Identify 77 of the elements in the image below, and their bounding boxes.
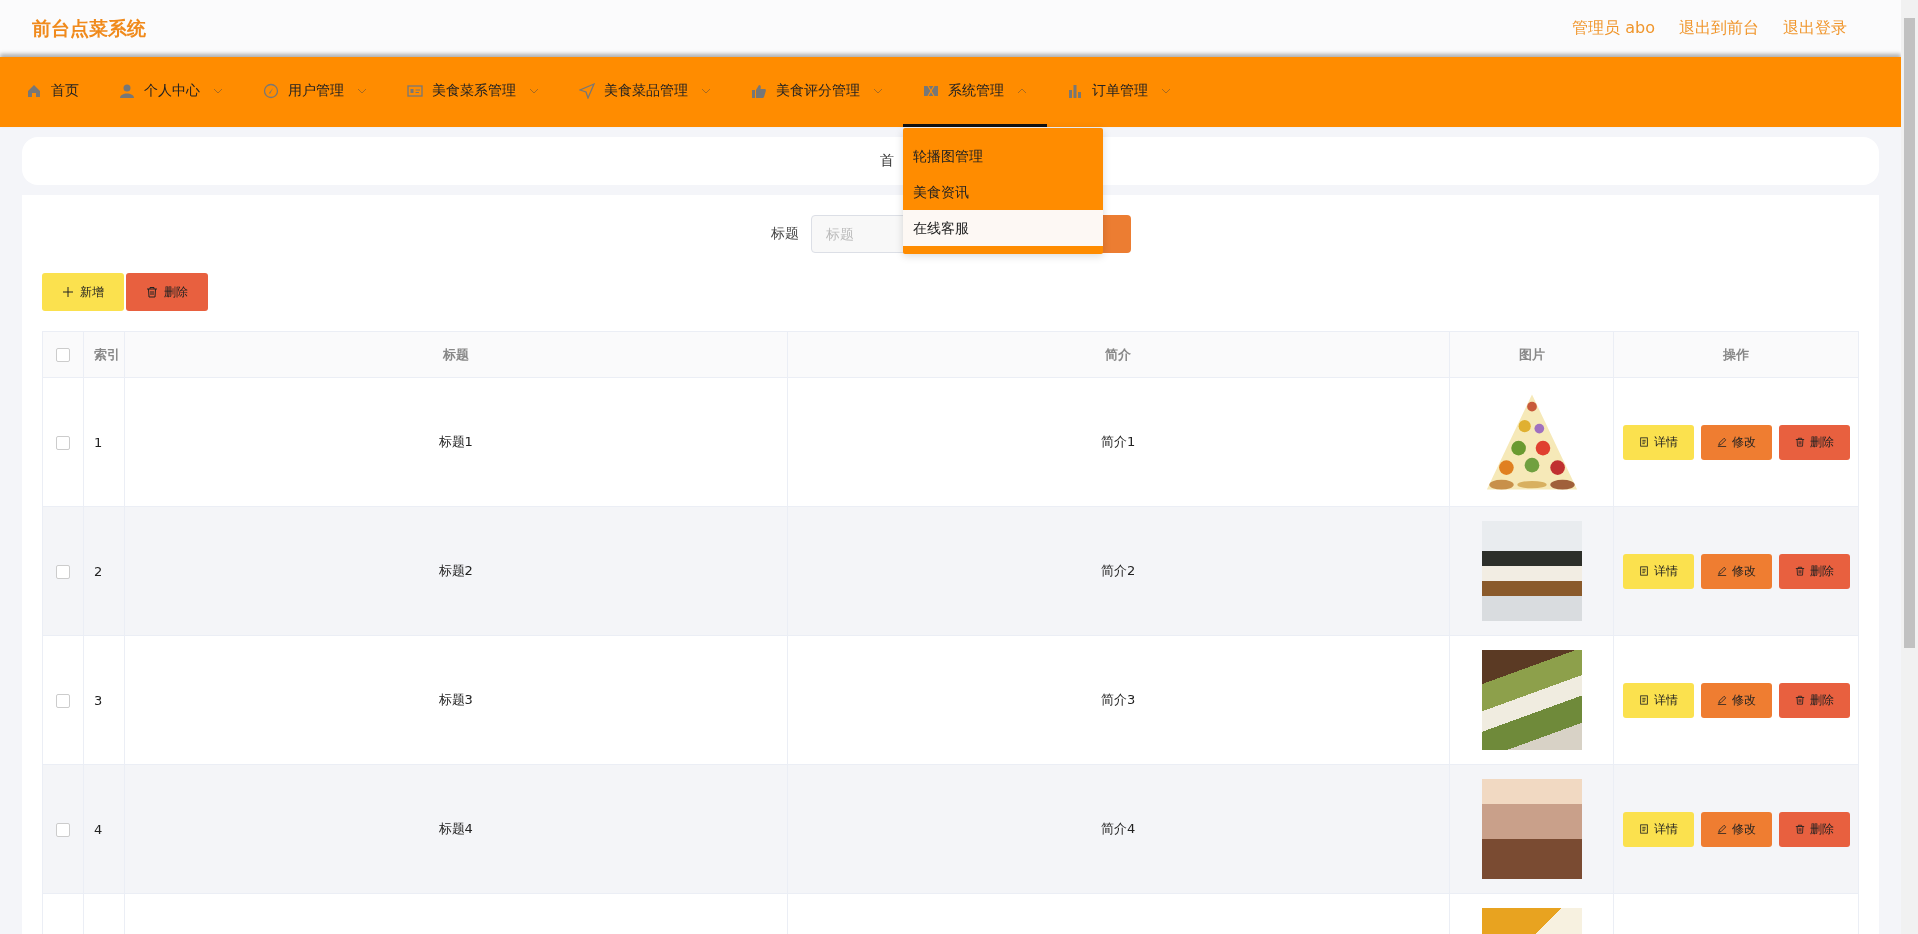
nav-menu-item[interactable]: 美食菜系管理 [387, 57, 559, 127]
column-header: 标题 [124, 331, 787, 378]
thumbs-up-icon [751, 82, 767, 99]
column-header: 图片 [1449, 331, 1614, 378]
table-cell: 1 [94, 434, 103, 450]
column-header: 索引 [83, 331, 125, 378]
pencil-icon [1716, 695, 1727, 705]
add-button[interactable]: 新增 [42, 273, 124, 311]
delete-button[interactable]: 删除 [1778, 553, 1850, 589]
row-checkbox[interactable] [56, 564, 70, 579]
trash-icon [1794, 824, 1805, 834]
edit-button[interactable]: 修改 [1700, 682, 1772, 718]
pencil-icon [1716, 824, 1727, 834]
table-cell: 4 [94, 821, 103, 837]
detail-button[interactable]: 详情 [1622, 682, 1694, 718]
nav-menu-item[interactable]: 个人中心 [99, 57, 243, 127]
table-cell: 简介4 [1101, 821, 1136, 836]
dropdown-item[interactable]: 在线客服 [903, 210, 1103, 246]
chevron-icon [1161, 87, 1171, 94]
person-icon [119, 82, 135, 99]
chevron-icon [1017, 87, 1027, 94]
document-icon [1638, 437, 1649, 447]
column-header: 操作 [1613, 331, 1859, 378]
detail-button[interactable]: 详情 [1622, 811, 1694, 847]
chevron-icon [701, 87, 711, 94]
nav-menu-item[interactable]: 美食菜品管理 [559, 57, 731, 127]
table-cell: 标题1 [438, 434, 473, 449]
trash-icon [1794, 566, 1805, 576]
delete-button[interactable]: 删除 [126, 273, 208, 311]
trash-icon [1794, 437, 1805, 447]
table-cell: 简介3 [1101, 692, 1136, 707]
chevron-icon [873, 87, 883, 94]
trash-icon [1794, 695, 1805, 705]
select-all-checkbox[interactable] [56, 348, 70, 363]
row-checkbox[interactable] [56, 822, 70, 837]
id-card-icon [407, 82, 423, 99]
detail-button[interactable]: 详情 [1622, 424, 1694, 460]
trash-icon [146, 286, 158, 298]
row-checkbox[interactable] [56, 693, 70, 708]
delete-button[interactable]: 删除 [1778, 811, 1850, 847]
compass-icon [263, 82, 279, 99]
nav-menu-item[interactable]: 用户管理 [243, 57, 387, 127]
chevron-icon [213, 87, 223, 94]
plus-icon [62, 286, 74, 298]
paper-plane-icon [579, 82, 595, 99]
table-cell: 标题3 [438, 692, 473, 707]
dropdown-item[interactable]: 轮播图管理 [903, 138, 1103, 174]
pencil-icon [1716, 437, 1727, 447]
chevron-icon [529, 87, 539, 94]
dropdown-item[interactable]: 美食资讯 [903, 174, 1103, 210]
table-cell: 2 [94, 563, 103, 579]
nav-menu-item[interactable]: 首页 [6, 57, 99, 127]
home-icon [26, 82, 42, 99]
column-header: 简介 [787, 331, 1450, 378]
table-cell: 简介1 [1101, 434, 1136, 449]
document-icon [1638, 566, 1649, 576]
search-label: 标题 [770, 225, 799, 243]
delete-button[interactable]: 删除 [1778, 424, 1850, 460]
edit-button[interactable]: 修改 [1700, 424, 1772, 460]
table-cell: 简介2 [1101, 563, 1136, 578]
table-cell: 标题4 [438, 821, 473, 836]
breadcrumb[interactable]: 首 [880, 152, 894, 170]
table-cell: 标题2 [438, 563, 473, 578]
app-title: 前台点菜系统 [32, 15, 146, 41]
bar-chart-icon [1067, 82, 1083, 99]
scrollbar[interactable] [1901, 0, 1918, 934]
document-icon [1638, 824, 1649, 834]
detail-button[interactable]: 详情 [1622, 553, 1694, 589]
edit-button[interactable]: 修改 [1700, 553, 1772, 589]
chevron-icon [357, 87, 367, 94]
row-checkbox[interactable] [56, 435, 70, 450]
document-icon [1638, 695, 1649, 705]
pencil-icon [1716, 566, 1727, 576]
edit-button[interactable]: 修改 [1700, 811, 1772, 847]
table-cell: 3 [94, 692, 103, 708]
delete-button[interactable]: 删除 [1778, 682, 1850, 718]
nav-menu-item[interactable]: 美食评分管理 [731, 57, 903, 127]
